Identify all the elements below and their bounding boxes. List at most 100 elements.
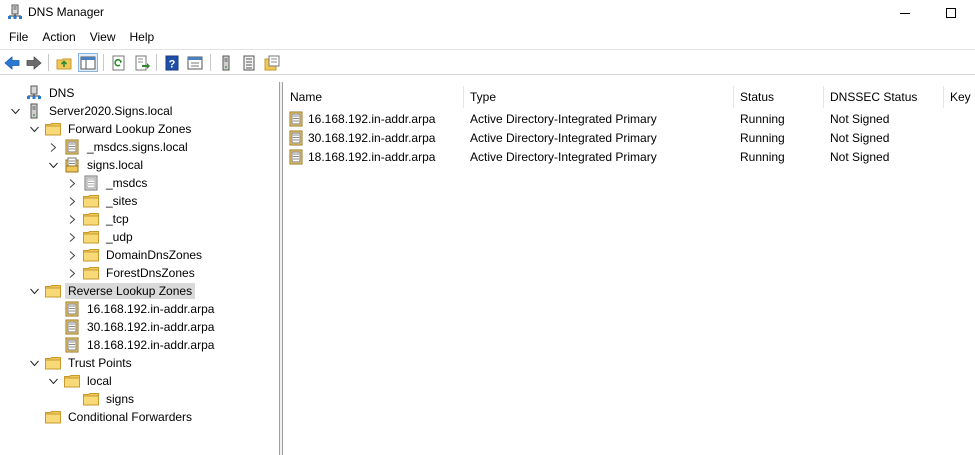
- chevron-down-icon[interactable]: [10, 106, 21, 117]
- tree-node[interactable]: ForestDnsZones: [67, 264, 198, 282]
- tree-node[interactable]: _msdcs: [67, 174, 150, 192]
- tree-node-label: DNS: [49, 86, 75, 100]
- dns-server-icon: [7, 4, 23, 20]
- refresh-button[interactable]: [109, 53, 129, 72]
- chevron-down-icon[interactable]: [48, 376, 59, 387]
- chevron-right-icon[interactable]: [67, 268, 78, 279]
- list-item[interactable]: 18.168.192.in-addr.arpa Active Directory-…: [284, 147, 975, 166]
- cell-text: Running: [740, 149, 785, 164]
- server-button[interactable]: [216, 53, 236, 72]
- minimize-icon: [900, 12, 910, 14]
- toolbar-separator: [103, 54, 104, 71]
- menu-help[interactable]: Help: [123, 27, 162, 47]
- tree-node[interactable]: Forward Lookup Zones: [29, 120, 194, 138]
- tree-node-label: 18.168.192.in-addr.arpa: [87, 338, 215, 352]
- menu-action[interactable]: Action: [35, 27, 82, 47]
- chevron-right-icon[interactable]: [67, 196, 78, 207]
- tree-node-label: 16.168.192.in-addr.arpa: [87, 302, 215, 316]
- cell-text: Active Directory-Integrated Primary: [470, 149, 657, 164]
- tree-node[interactable]: Trust Points: [29, 354, 135, 372]
- back-arrow-icon: [4, 55, 20, 70]
- results-list[interactable]: Name Type Status DNSSEC Status Key M 16.…: [284, 82, 975, 455]
- toolbar-separator: [210, 54, 211, 71]
- dnssec-status-cell: Not Signed: [830, 109, 889, 128]
- chevron-right-icon[interactable]: [67, 250, 78, 261]
- new-zone-icon: [264, 55, 280, 70]
- tree-node[interactable]: _sites: [67, 192, 140, 210]
- zone-icon: [288, 130, 304, 146]
- tree-node[interactable]: DNS: [10, 84, 77, 102]
- show-hide-console-tree-button[interactable]: [78, 53, 98, 72]
- tree-node[interactable]: signs: [67, 390, 137, 408]
- chevron-right-icon[interactable]: [67, 178, 78, 189]
- tree-node[interactable]: 18.168.192.in-addr.arpa: [48, 336, 217, 354]
- column-header-key-master[interactable]: Key M: [944, 86, 975, 108]
- zone-status-cell: Running: [740, 147, 785, 166]
- tree-node[interactable]: _tcp: [67, 210, 132, 228]
- tree-node[interactable]: _msdcs.signs.local: [48, 138, 191, 156]
- tree-node-label: signs: [106, 392, 135, 406]
- up-one-level-button[interactable]: [54, 53, 74, 72]
- tree-node-label: _sites: [106, 194, 138, 208]
- tree-node[interactable]: DomainDnsZones: [67, 246, 205, 264]
- menu-bar: File Action View Help: [0, 27, 975, 47]
- tree-node-label: DomainDnsZones: [106, 248, 203, 262]
- chevron-down-icon[interactable]: [29, 286, 40, 297]
- server-icon: [26, 103, 42, 119]
- menu-file[interactable]: File: [2, 27, 35, 47]
- list-item[interactable]: 16.168.192.in-addr.arpa Active Directory-…: [284, 109, 975, 128]
- tree-node[interactable]: Reverse Lookup Zones: [29, 282, 196, 300]
- forward-button[interactable]: [24, 53, 44, 72]
- column-header-type[interactable]: Type: [464, 86, 734, 108]
- zone-icon: [64, 337, 80, 353]
- folder-icon: [83, 247, 99, 263]
- chevron-right-icon[interactable]: [67, 214, 78, 225]
- minimize-button[interactable]: [882, 0, 928, 26]
- zone-status-cell: Running: [740, 128, 785, 147]
- dnssec-status-cell: Not Signed: [830, 128, 889, 147]
- tree-node[interactable]: 30.168.192.in-addr.arpa: [48, 318, 217, 336]
- zone-type-cell: Active Directory-Integrated Primary: [470, 109, 657, 128]
- tree-node[interactable]: 16.168.192.in-addr.arpa: [48, 300, 217, 318]
- cell-text: 30.168.192.in-addr.arpa: [308, 130, 436, 145]
- list-item[interactable]: 30.168.192.in-addr.arpa Active Directory-…: [284, 128, 975, 147]
- tree-node-label: 30.168.192.in-addr.arpa: [87, 320, 215, 334]
- toolbar-separator: [156, 54, 157, 71]
- tree-node-label: _msdcs: [106, 176, 148, 190]
- help-button[interactable]: ?: [162, 53, 182, 72]
- console-tree[interactable]: DNS Server2020.Signs.local Forward Lookup …: [0, 82, 280, 455]
- tree-node-label: ForestDnsZones: [106, 266, 195, 280]
- folder-icon: [83, 229, 99, 245]
- column-header-dnssec-status[interactable]: DNSSEC Status: [824, 86, 944, 108]
- pane-splitter[interactable]: [280, 82, 283, 455]
- back-button[interactable]: [2, 53, 22, 72]
- menu-view[interactable]: View: [83, 27, 123, 47]
- tree-node[interactable]: _udp: [67, 228, 136, 246]
- properties-button[interactable]: [185, 53, 205, 72]
- chevron-down-icon[interactable]: [48, 160, 59, 171]
- column-header-status[interactable]: Status: [734, 86, 824, 108]
- tree-node-label: Reverse Lookup Zones: [65, 283, 196, 299]
- column-header-name[interactable]: Name: [284, 86, 464, 108]
- tree-node[interactable]: local: [48, 372, 115, 390]
- chevron-down-icon[interactable]: [29, 358, 40, 369]
- chevron-right-icon[interactable]: [48, 142, 59, 153]
- window-title: DNS Manager: [28, 5, 105, 19]
- title-bar: DNS Manager: [0, 0, 975, 26]
- tree-node[interactable]: signs.local: [48, 156, 146, 174]
- chevron-down-icon[interactable]: [29, 124, 40, 135]
- cell-text: Active Directory-Integrated Primary: [470, 111, 657, 126]
- new-zone-button[interactable]: [262, 53, 282, 72]
- zone-type-cell: Active Directory-Integrated Primary: [470, 147, 657, 166]
- forward-arrow-icon: [26, 55, 42, 70]
- maximize-button[interactable]: [928, 0, 974, 26]
- folder-icon: [45, 409, 61, 425]
- zone-icon: [288, 111, 304, 127]
- tree-node[interactable]: Conditional Forwarders: [29, 408, 195, 426]
- tree-node[interactable]: Server2020.Signs.local: [10, 102, 175, 120]
- zone-list-button[interactable]: [239, 53, 259, 72]
- export-list-button[interactable]: [132, 53, 152, 72]
- chevron-right-icon[interactable]: [67, 232, 78, 243]
